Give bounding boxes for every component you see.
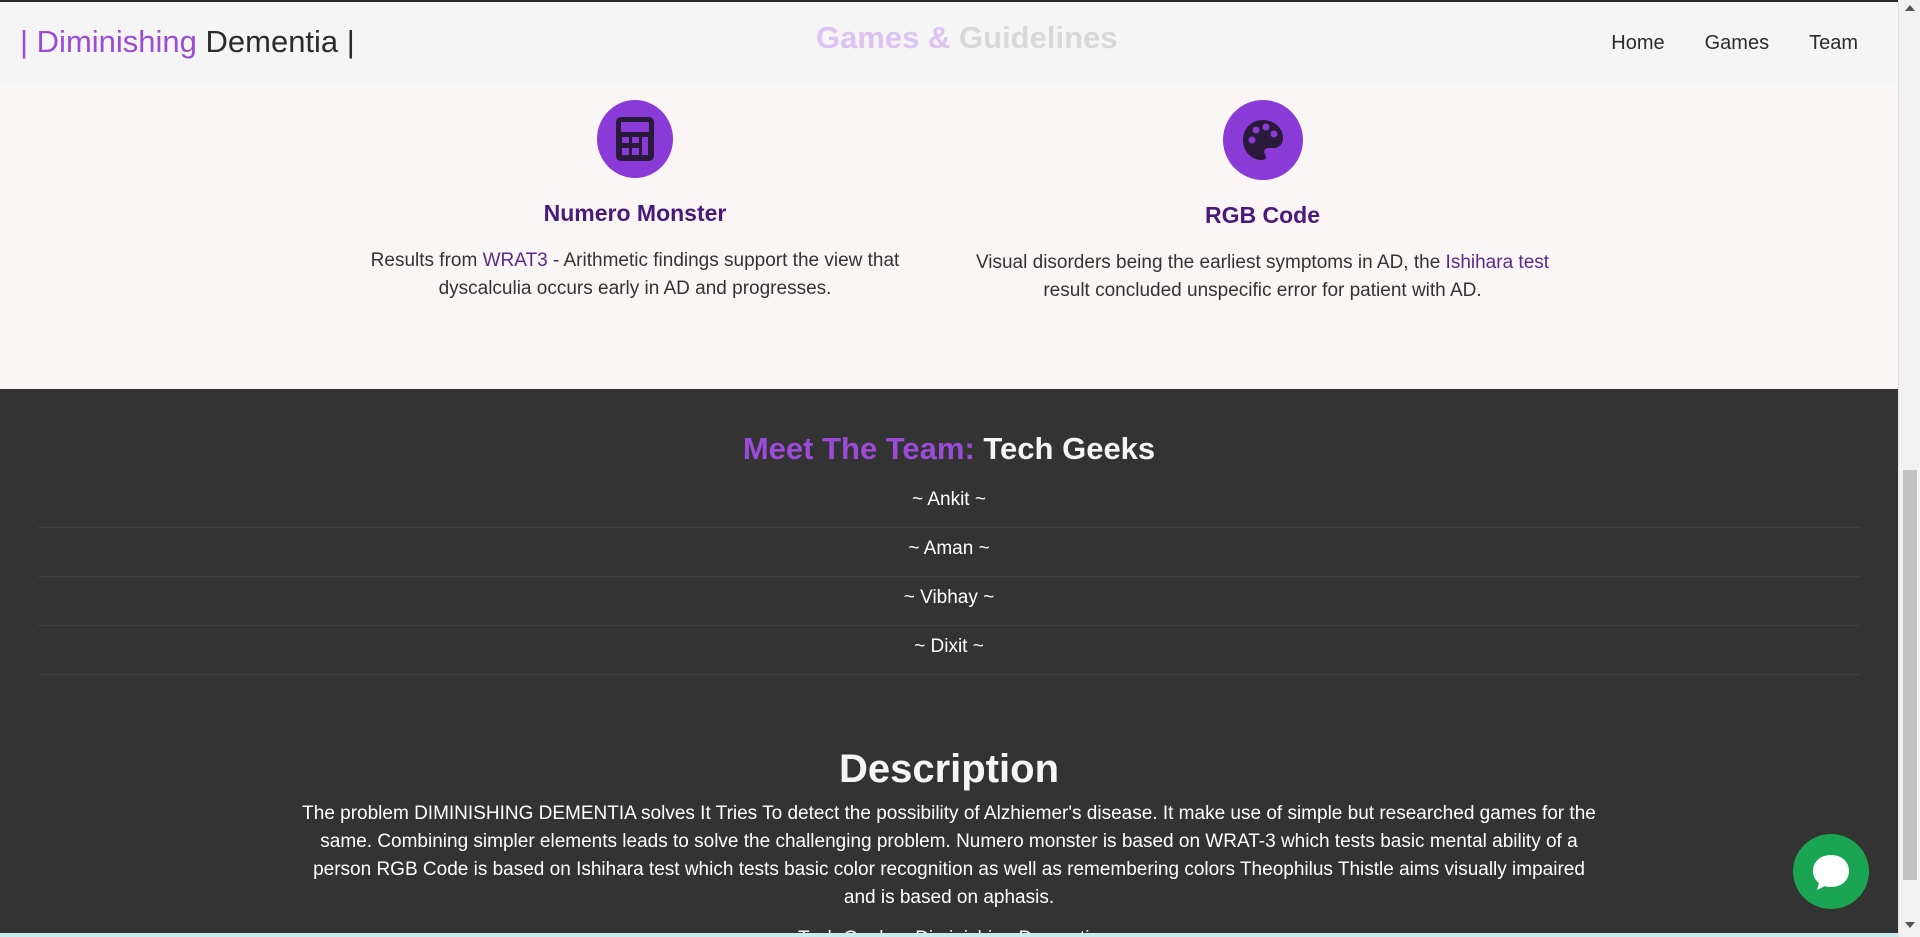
- brand-accent: | Diminishing: [20, 24, 197, 59]
- page-title-text: Guidelines: [950, 20, 1118, 55]
- nav-links: Home Games Team: [1611, 32, 1858, 55]
- scrollbar-thumb[interactable]: [1903, 470, 1917, 880]
- game-card-numero-monster: Numero Monster Results from WRAT3 - Arit…: [345, 84, 925, 303]
- team-member: ~ Ankit ~: [38, 479, 1860, 528]
- description-text: The problem DIMINISHING DEMENTIA solves …: [302, 803, 1596, 908]
- page-title-accent: Games &: [816, 20, 951, 55]
- team-member: ~ Aman ~: [38, 528, 1860, 577]
- team-member: ~ Vibhay ~: [38, 577, 1860, 626]
- team-section: Meet The Team: Tech Geeks ~ Ankit ~ ~ Am…: [0, 389, 1898, 937]
- team-heading: Meet The Team: Tech Geeks: [0, 431, 1898, 467]
- game-desc-text: Results from: [370, 250, 483, 271]
- scroll-down-arrow-icon[interactable]: [1905, 922, 1915, 928]
- wrat3-link[interactable]: WRAT3: [483, 250, 548, 271]
- scroll-up-arrow-icon[interactable]: [1905, 5, 1915, 11]
- page-scrollbar[interactable]: [1898, 0, 1920, 937]
- nav-link-home[interactable]: Home: [1611, 32, 1664, 55]
- team-member: ~ Dixit ~: [38, 626, 1860, 675]
- team-member-list: ~ Ankit ~ ~ Aman ~ ~ Vibhay ~ ~ Dixit ~: [38, 479, 1860, 675]
- window-bottom-edge: [0, 933, 1898, 937]
- description-heading: Description: [838, 747, 1060, 791]
- game-title[interactable]: Numero Monster: [345, 200, 925, 227]
- game-description: Visual disorders being the earliest symp…: [970, 249, 1555, 305]
- team-heading-accent: Meet The Team:: [742, 431, 975, 466]
- game-card-rgb-code: RGB Code Visual disorders being the earl…: [970, 84, 1555, 305]
- calculator-icon[interactable]: [597, 100, 673, 178]
- nav-link-team[interactable]: Team: [1809, 32, 1858, 55]
- chat-bubble-icon[interactable]: [1793, 834, 1869, 909]
- brand-logo[interactable]: | Diminishing Dementia |: [20, 24, 355, 60]
- game-title[interactable]: RGB Code: [970, 202, 1555, 229]
- games-section: Numero Monster Results from WRAT3 - Arit…: [0, 84, 1898, 389]
- ishihara-test-link[interactable]: Ishihara test: [1446, 252, 1550, 273]
- game-desc-text: result concluded unspecific error for pa…: [1043, 280, 1482, 301]
- game-desc-text: Visual disorders being the earliest symp…: [975, 252, 1446, 273]
- page-title: Games & Guidelines: [816, 20, 1118, 56]
- game-description: Results from WRAT3 - Arithmetic findings…: [345, 247, 925, 303]
- brand-text: Dementia |: [196, 24, 355, 59]
- navbar: | Diminishing Dementia | Games & Guideli…: [0, 2, 1898, 84]
- team-heading-text: Tech Geeks: [974, 431, 1156, 466]
- palette-icon[interactable]: [1222, 100, 1303, 180]
- nav-link-games[interactable]: Games: [1705, 32, 1769, 55]
